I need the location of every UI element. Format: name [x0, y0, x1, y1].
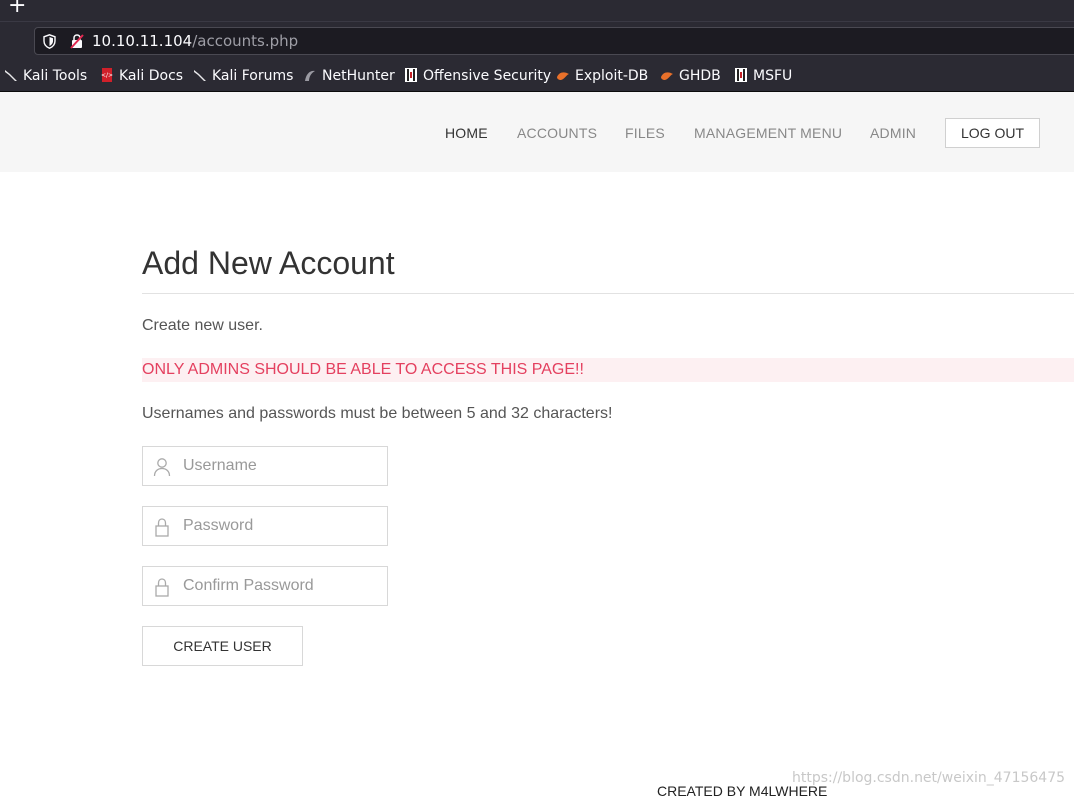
bookmark-label: Kali Tools — [23, 68, 88, 84]
bookmark-kali-tools[interactable]: Kali Tools — [4, 67, 87, 85]
intro-text: Create new user. — [142, 317, 263, 334]
bookmark-label: Kali Docs — [119, 68, 184, 84]
url-bar[interactable]: 10.10.11.104/accounts.php — [34, 27, 1074, 55]
new-tab-button[interactable]: + — [8, 0, 40, 21]
nav-home[interactable]: HOME — [445, 125, 488, 141]
browser-navbar: 10.10.11.104/accounts.php — [0, 22, 1074, 60]
bookmark-msfu[interactable]: MSFU — [734, 67, 792, 85]
svg-text:</>: </> — [101, 72, 113, 79]
bookmark-offensive-security[interactable]: Offensive Security — [404, 67, 551, 85]
password-input[interactable] — [183, 507, 383, 545]
logout-button[interactable]: LOG OUT — [945, 118, 1040, 148]
exploitdb-icon — [661, 72, 673, 80]
bookmark-ghdb[interactable]: GHDB — [660, 67, 721, 85]
kali-dragon-icon — [5, 70, 17, 81]
username-field[interactable] — [142, 446, 388, 486]
nav-files[interactable]: FILES — [625, 125, 665, 141]
bookmark-kali-forums[interactable]: Kali Forums — [193, 67, 293, 85]
password-field[interactable] — [142, 506, 388, 546]
browser-tab-strip: + — [0, 0, 1074, 22]
insecure-lock-icon[interactable] — [70, 34, 84, 49]
admin-warning: ONLY ADMINS SHOULD BE ABLE TO ACCESS THI… — [142, 358, 1074, 382]
bookmark-exploit-db[interactable]: Exploit-DB — [556, 67, 648, 85]
bookmark-label: NetHunter — [322, 68, 395, 84]
url-path: /accounts.php — [192, 32, 299, 50]
nav-admin[interactable]: ADMIN — [870, 125, 916, 141]
username-input[interactable] — [183, 447, 383, 485]
bookmark-nethunter[interactable]: NetHunter — [303, 67, 395, 85]
site-header: HOME ACCOUNTS FILES MANAGEMENT MENU ADMI… — [0, 92, 1074, 172]
confirm-password-field[interactable] — [142, 566, 388, 606]
tracking-shield-icon[interactable] — [43, 34, 56, 49]
nethunter-icon — [305, 70, 315, 81]
nav-accounts[interactable]: ACCOUNTS — [517, 125, 597, 141]
url-host: 10.10.11.104 — [92, 32, 193, 50]
watermark: https://blog.csdn.net/weixin_47156475 — [792, 770, 1066, 786]
bookmark-label: Offensive Security — [423, 68, 552, 84]
bookmark-label: Kali Forums — [212, 68, 294, 84]
create-user-button[interactable]: CREATE USER — [142, 626, 303, 666]
confirm-password-input[interactable] — [183, 567, 383, 605]
nav-management-menu[interactable]: MANAGEMENT MENU — [694, 125, 842, 141]
offsec-icon — [735, 68, 747, 82]
exploitdb-icon — [557, 72, 569, 80]
length-rules-text: Usernames and passwords must be between … — [142, 405, 613, 422]
lock-icon — [155, 578, 169, 597]
bookmark-label: MSFU — [753, 68, 793, 84]
kali-dragon-icon — [194, 70, 206, 81]
page-title: Add New Account — [142, 245, 395, 281]
offsec-icon — [405, 68, 417, 82]
lock-icon — [155, 518, 169, 537]
url-text[interactable]: 10.10.11.104/accounts.php — [92, 32, 298, 50]
bookmark-label: Exploit-DB — [575, 68, 649, 84]
title-divider — [142, 293, 1074, 294]
kali-docs-icon: </> — [101, 68, 113, 82]
user-icon — [153, 458, 171, 477]
bookmarks-toolbar: Kali Tools </> Kali Docs Kali Forums NetH… — [0, 60, 1074, 92]
bookmark-label: GHDB — [679, 68, 721, 84]
tab-strip-bar — [0, 0, 1074, 22]
bookmark-kali-docs[interactable]: </> Kali Docs — [100, 67, 183, 85]
